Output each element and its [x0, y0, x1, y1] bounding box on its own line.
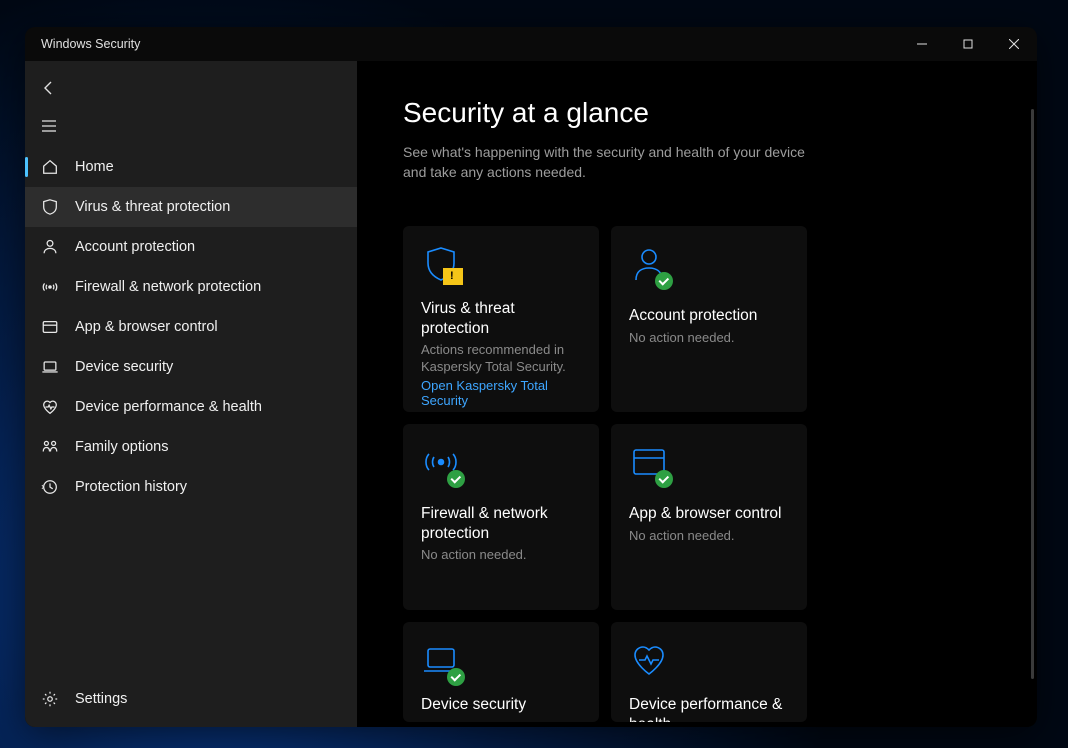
maximize-button[interactable] [945, 27, 991, 61]
heart-icon [629, 640, 789, 685]
card-title: Virus & threat protection [421, 299, 581, 338]
card-title: Firewall & network protection [421, 504, 581, 543]
checkmark-badge-icon [447, 668, 465, 686]
main-content: Security at a glance See what's happenin… [357, 61, 1037, 727]
sidebar-item-home[interactable]: Home [25, 147, 357, 187]
sidebar-item-label: Device security [75, 359, 173, 375]
sidebar-item-label: Virus & threat protection [75, 199, 230, 215]
sidebar-item-label: Family options [75, 439, 168, 455]
page-title: Security at a glance [403, 97, 991, 129]
checkmark-badge-icon [655, 470, 673, 488]
sidebar-item-history[interactable]: Protection history [25, 467, 357, 507]
heart-icon [39, 398, 61, 416]
signal-icon [421, 442, 581, 494]
card-title: Device performance & health [629, 695, 789, 722]
sidebar-item-firewall[interactable]: Firewall & network protection [25, 267, 357, 307]
shield-icon [421, 244, 581, 289]
sidebar-item-app-browser[interactable]: App & browser control [25, 307, 357, 347]
title-bar[interactable]: Windows Security [25, 27, 1037, 61]
browser-icon [39, 318, 61, 336]
scrollbar[interactable] [1031, 109, 1034, 679]
minimize-button[interactable] [899, 27, 945, 61]
sidebar-item-label: Home [75, 159, 114, 175]
sidebar-item-settings[interactable]: Settings [25, 679, 357, 719]
sidebar-item-virus[interactable]: Virus & threat protection [25, 187, 357, 227]
sidebar: Home Virus & threat protection Account p… [25, 61, 357, 727]
page-subtitle: See what's happening with the security a… [403, 143, 823, 182]
card-grid: Virus & threat protection Actions recomm… [403, 226, 991, 722]
window-title: Windows Security [41, 37, 140, 51]
card-device-security[interactable]: Device security [403, 622, 599, 722]
hamburger-button[interactable] [25, 107, 357, 145]
warning-badge-icon [443, 268, 463, 285]
close-button[interactable] [991, 27, 1037, 61]
sidebar-item-family[interactable]: Family options [25, 427, 357, 467]
home-icon [39, 158, 61, 176]
sidebar-item-device-security[interactable]: Device security [25, 347, 357, 387]
gear-icon [39, 690, 61, 708]
sidebar-item-label: Protection history [75, 479, 187, 495]
card-firewall[interactable]: Firewall & network protection No action … [403, 424, 599, 610]
family-icon [39, 438, 61, 456]
sidebar-footer: Settings [25, 679, 357, 727]
card-title: Account protection [629, 306, 789, 325]
sidebar-item-label: App & browser control [75, 319, 218, 335]
app-window: Windows Security [25, 27, 1037, 727]
back-button[interactable] [25, 69, 357, 107]
signal-icon [39, 278, 61, 296]
sidebar-menu: Home Virus & threat protection Account p… [25, 147, 357, 507]
card-title: App & browser control [629, 504, 789, 523]
browser-icon [629, 442, 789, 494]
card-app-browser[interactable]: App & browser control No action needed. [611, 424, 807, 610]
card-virus-threat[interactable]: Virus & threat protection Actions recomm… [403, 226, 599, 412]
card-link[interactable]: Open Kaspersky Total Security [421, 378, 581, 408]
laptop-icon [421, 640, 581, 685]
sidebar-item-label: Device performance & health [75, 399, 262, 415]
card-message: No action needed. [629, 527, 789, 545]
sidebar-item-performance[interactable]: Device performance & health [25, 387, 357, 427]
card-performance-health[interactable]: Device performance & health [611, 622, 807, 722]
card-message: No action needed. [421, 546, 581, 564]
shield-icon [39, 198, 61, 216]
sidebar-item-label: Firewall & network protection [75, 279, 261, 295]
card-account-protection[interactable]: Account protection No action needed. [611, 226, 807, 412]
card-title: Device security [421, 695, 581, 714]
sidebar-item-label: Settings [75, 691, 127, 707]
card-message: Actions recommended in Kaspersky Total S… [421, 341, 581, 376]
sidebar-item-label: Account protection [75, 239, 195, 255]
card-message: No action needed. [629, 329, 789, 347]
checkmark-badge-icon [655, 272, 673, 290]
window-controls [899, 27, 1037, 61]
window-body: Home Virus & threat protection Account p… [25, 61, 1037, 727]
sidebar-upper [25, 61, 357, 145]
history-icon [39, 478, 61, 496]
checkmark-badge-icon [447, 470, 465, 488]
person-icon [629, 244, 789, 296]
sidebar-item-account[interactable]: Account protection [25, 227, 357, 267]
person-icon [39, 238, 61, 256]
laptop-icon [39, 358, 61, 376]
